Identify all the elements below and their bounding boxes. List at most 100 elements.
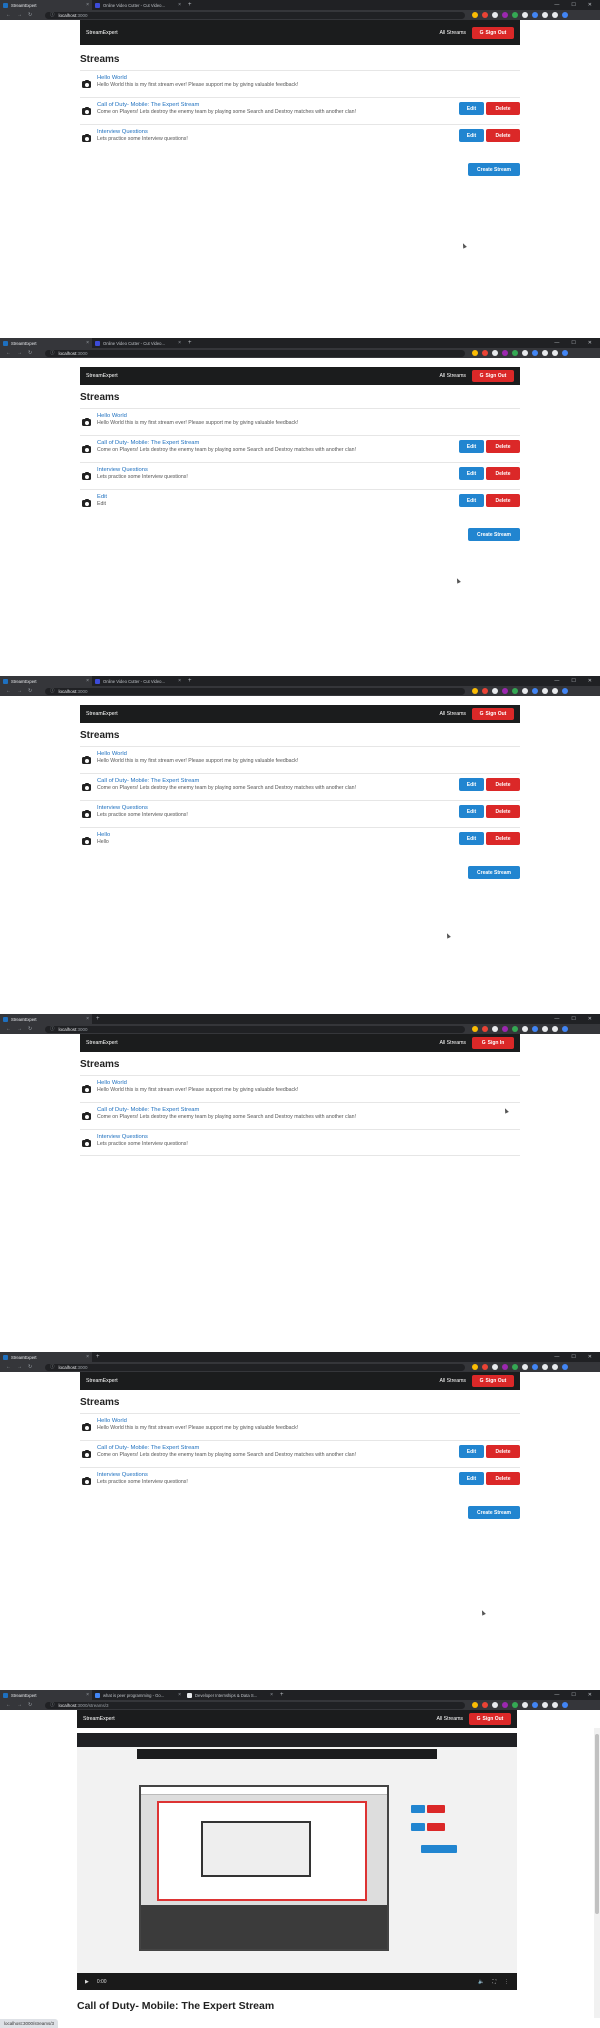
- star-icon[interactable]: [472, 350, 478, 356]
- close-tab-icon[interactable]: ×: [178, 340, 181, 346]
- create-stream-button[interactable]: Create Stream: [468, 528, 520, 541]
- extension-icon[interactable]: [512, 12, 518, 18]
- address-bar[interactable]: ⓘ localhost:3000: [45, 11, 465, 19]
- profile-avatar[interactable]: [562, 1702, 568, 1708]
- minimize-icon[interactable]: —: [554, 2, 559, 8]
- sign-out-button[interactable]: G Sign Out: [472, 708, 514, 720]
- new-tab-icon[interactable]: +: [92, 1354, 104, 1360]
- new-tab-icon[interactable]: +: [184, 2, 196, 8]
- minimize-icon[interactable]: —: [554, 340, 559, 346]
- maximize-icon[interactable]: ☐: [571, 2, 575, 8]
- browser-tab-video-cutter[interactable]: Online Video Cutter - Cut Video... ×: [92, 338, 184, 348]
- delete-button[interactable]: Delete: [486, 832, 520, 845]
- close-window-icon[interactable]: ✕: [588, 678, 592, 684]
- new-tab-icon[interactable]: +: [184, 340, 196, 346]
- extension-icon[interactable]: [512, 688, 518, 694]
- extension-icon[interactable]: [482, 350, 488, 356]
- extension-icon[interactable]: [542, 688, 548, 694]
- close-window-icon[interactable]: ✕: [588, 340, 592, 346]
- extension-icon[interactable]: [482, 12, 488, 18]
- maximize-icon[interactable]: ☐: [571, 1016, 575, 1022]
- delete-button[interactable]: Delete: [486, 129, 520, 142]
- edit-button[interactable]: Edit: [459, 440, 484, 453]
- extension-icon[interactable]: [532, 688, 538, 694]
- reload-icon[interactable]: ↻: [28, 688, 32, 694]
- close-tab-icon[interactable]: ×: [86, 340, 89, 346]
- delete-button[interactable]: Delete: [486, 467, 520, 480]
- stream-title-link[interactable]: Call of Duty- Mobile: The Expert Stream: [97, 778, 356, 784]
- stream-title-link[interactable]: Hello World: [97, 1080, 298, 1086]
- stream-title-link[interactable]: Hello: [97, 832, 110, 838]
- star-icon[interactable]: [472, 1702, 478, 1708]
- extension-icon[interactable]: [522, 12, 528, 18]
- extension-icon[interactable]: [502, 350, 508, 356]
- close-tab-icon[interactable]: ×: [86, 678, 89, 684]
- forward-icon[interactable]: →: [17, 350, 22, 356]
- extension-icon[interactable]: [522, 1702, 528, 1708]
- edit-button[interactable]: Edit: [459, 129, 484, 142]
- forward-icon[interactable]: →: [17, 1364, 22, 1370]
- all-streams-link[interactable]: All Streams: [436, 1716, 463, 1722]
- edit-button[interactable]: Edit: [459, 1472, 484, 1485]
- extension-icon[interactable]: [512, 350, 518, 356]
- extension-icon[interactable]: [542, 12, 548, 18]
- edit-button[interactable]: Edit: [459, 467, 484, 480]
- extension-icon[interactable]: [542, 1026, 548, 1032]
- extension-icon[interactable]: [552, 1026, 558, 1032]
- reload-icon[interactable]: ↻: [28, 12, 32, 18]
- profile-avatar[interactable]: [562, 350, 568, 356]
- extension-icon[interactable]: [522, 350, 528, 356]
- reload-icon[interactable]: ↻: [28, 1702, 32, 1708]
- extension-icon[interactable]: [552, 12, 558, 18]
- new-tab-icon[interactable]: +: [276, 1692, 288, 1698]
- address-bar[interactable]: ⓘ localhost:3000: [45, 1363, 465, 1371]
- all-streams-link[interactable]: All Streams: [439, 30, 466, 36]
- reload-icon[interactable]: ↻: [28, 1026, 32, 1032]
- extension-icon[interactable]: [532, 1702, 538, 1708]
- extension-icon[interactable]: [492, 1026, 498, 1032]
- sign-out-button[interactable]: G Sign Out: [469, 1713, 511, 1725]
- extension-icon[interactable]: [512, 1364, 518, 1370]
- extension-icon[interactable]: [532, 1026, 538, 1032]
- new-tab-icon[interactable]: +: [184, 678, 196, 684]
- extension-icon[interactable]: [492, 688, 498, 694]
- volume-icon[interactable]: 🔈: [478, 1979, 484, 1985]
- extension-icon[interactable]: [502, 688, 508, 694]
- sign-in-button[interactable]: G Sign In: [472, 1037, 514, 1049]
- create-stream-button[interactable]: Create Stream: [468, 866, 520, 879]
- edit-button[interactable]: Edit: [459, 494, 484, 507]
- star-icon[interactable]: [472, 12, 478, 18]
- extension-icon[interactable]: [492, 1702, 498, 1708]
- extension-icon[interactable]: [512, 1026, 518, 1032]
- stream-title-link[interactable]: Hello World: [97, 751, 298, 757]
- close-tab-icon[interactable]: ×: [86, 1016, 89, 1022]
- extension-icon[interactable]: [552, 350, 558, 356]
- browser-tab-video-cutter[interactable]: Online Video Cutter - Cut Video... ×: [92, 676, 184, 686]
- all-streams-link[interactable]: All Streams: [439, 1040, 466, 1046]
- browser-tab-search[interactable]: what is peer programming - Go... ×: [92, 1690, 184, 1700]
- address-bar[interactable]: ⓘ localhost:3000: [45, 1025, 465, 1033]
- forward-icon[interactable]: →: [17, 1702, 22, 1708]
- back-icon[interactable]: ←: [6, 1364, 11, 1370]
- extension-icon[interactable]: [552, 688, 558, 694]
- extension-icon[interactable]: [532, 12, 538, 18]
- brand-link[interactable]: StreamExpert: [83, 1716, 115, 1722]
- forward-icon[interactable]: →: [17, 12, 22, 18]
- browser-tab-video-cutter[interactable]: Online Video Cutter - Cut Video... ×: [92, 0, 184, 10]
- close-tab-icon[interactable]: ×: [86, 1692, 89, 1698]
- more-options-icon[interactable]: ⋮: [504, 1979, 509, 1985]
- extension-icon[interactable]: [482, 1026, 488, 1032]
- stream-title-link[interactable]: Call of Duty- Mobile: The Expert Stream: [97, 1107, 356, 1113]
- brand-link[interactable]: StreamExpert: [86, 30, 118, 36]
- extension-icon[interactable]: [502, 12, 508, 18]
- extension-icon[interactable]: [492, 1364, 498, 1370]
- sign-out-button[interactable]: G Sign Out: [472, 370, 514, 382]
- browser-tab-internships[interactable]: Developer Internships & Data S... ×: [184, 1690, 276, 1700]
- browser-tab-streamexpert[interactable]: StreamExpert ×: [0, 0, 92, 10]
- stream-title-link[interactable]: Interview Questions: [97, 467, 188, 473]
- browser-tab-streamexpert[interactable]: StreamExpert ×: [0, 1014, 92, 1024]
- extension-icon[interactable]: [552, 1364, 558, 1370]
- maximize-icon[interactable]: ☐: [571, 1354, 575, 1360]
- delete-button[interactable]: Delete: [486, 805, 520, 818]
- brand-link[interactable]: StreamExpert: [86, 1040, 118, 1046]
